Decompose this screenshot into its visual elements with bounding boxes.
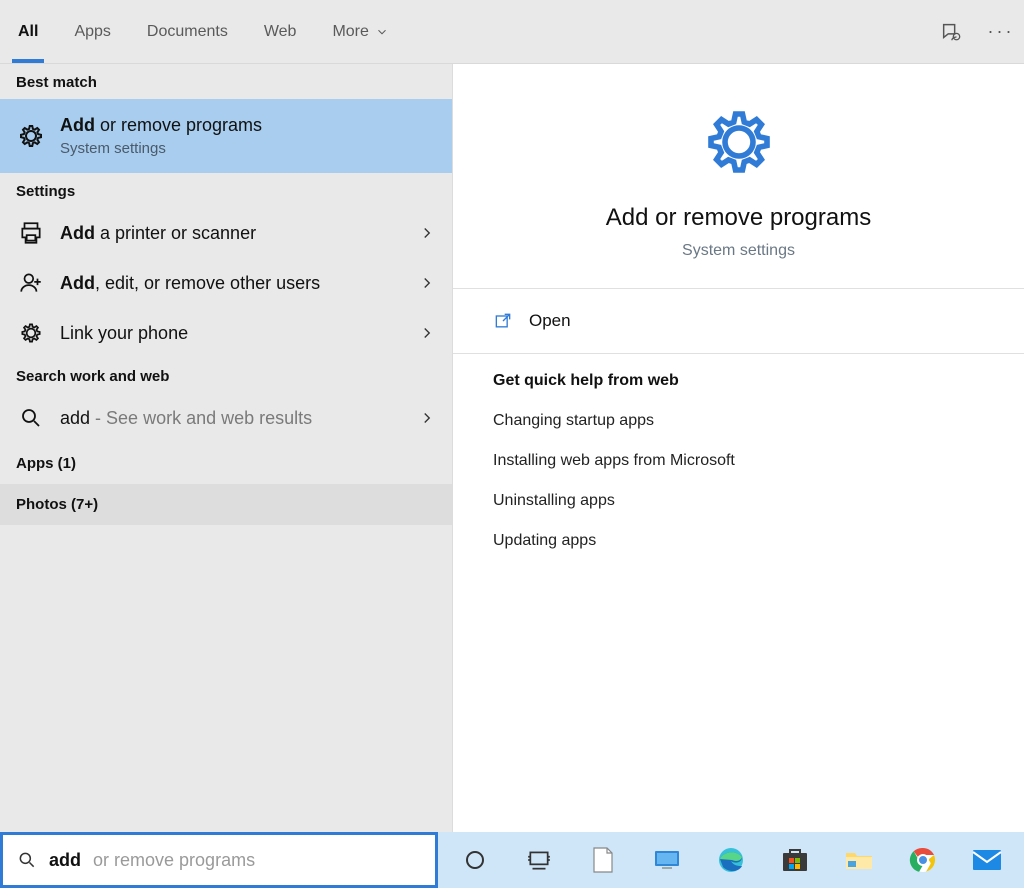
gear-icon: [16, 121, 46, 151]
settings-result-add-printer[interactable]: Add a printer or scanner: [0, 208, 452, 258]
best-match-result[interactable]: Add or remove programs System settings: [0, 99, 452, 173]
section-best-match: Best match: [0, 64, 452, 99]
quick-help-heading: Get quick help from web: [493, 372, 984, 390]
divider: [453, 353, 1024, 354]
taskbar-microsoft-store[interactable]: [768, 838, 822, 882]
category-photos[interactable]: Photos (7+): [0, 484, 452, 525]
detail-pane: Add or remove programs System settings O…: [452, 64, 1024, 832]
detail-title: Add or remove programs: [606, 204, 871, 232]
tab-apps[interactable]: Apps: [56, 0, 128, 63]
result-title: Add a printer or scanner: [60, 223, 404, 244]
section-search-work-web: Search work and web: [0, 358, 452, 393]
chevron-down-icon: [375, 25, 389, 39]
quick-help-link[interactable]: Updating apps: [493, 532, 984, 550]
taskbar: [438, 832, 1024, 888]
taskbar-chrome[interactable]: [896, 838, 950, 882]
taskbar-mail[interactable]: [960, 838, 1014, 882]
chevron-right-icon: [418, 274, 436, 292]
settings-result-add-users[interactable]: Add, edit, or remove other users: [0, 258, 452, 308]
settings-result-link-phone[interactable]: Link your phone: [0, 308, 452, 358]
taskbar-libreoffice[interactable]: [576, 838, 630, 882]
feedback-icon[interactable]: [940, 21, 962, 43]
tab-more[interactable]: More: [314, 0, 406, 63]
tab-documents[interactable]: Documents: [129, 0, 246, 63]
taskbar-edge[interactable]: [704, 838, 758, 882]
gear-icon: [697, 100, 781, 184]
search-typed-text: add: [49, 850, 81, 871]
search-icon: [17, 850, 37, 870]
taskbar-file-explorer[interactable]: [832, 838, 886, 882]
printer-icon: [16, 218, 46, 248]
section-settings: Settings: [0, 173, 452, 208]
taskbar-cortana[interactable]: [448, 838, 502, 882]
person-add-icon: [16, 268, 46, 298]
result-title: Add, edit, or remove other users: [60, 273, 404, 294]
chevron-right-icon: [418, 409, 436, 427]
result-title: add - See work and web results: [60, 408, 404, 429]
search-ghost-text: or remove programs: [93, 850, 255, 871]
search-scope-tabs: All Apps Documents Web More ···: [0, 0, 1024, 64]
taskbar-task-view[interactable]: [512, 838, 566, 882]
gear-icon: [16, 318, 46, 348]
quick-help-link[interactable]: Changing startup apps: [493, 412, 984, 430]
detail-subtitle: System settings: [682, 242, 795, 260]
best-match-subtitle: System settings: [60, 140, 436, 157]
open-icon: [493, 311, 513, 331]
tab-web[interactable]: Web: [246, 0, 315, 63]
quick-help-link[interactable]: Uninstalling apps: [493, 492, 984, 510]
chevron-right-icon: [418, 324, 436, 342]
chevron-right-icon: [418, 224, 436, 242]
best-match-title: Add or remove programs: [60, 115, 436, 136]
more-options-button[interactable]: ···: [990, 21, 1012, 43]
tab-all[interactable]: All: [0, 0, 56, 63]
web-result-add[interactable]: add - See work and web results: [0, 393, 452, 443]
open-action[interactable]: Open: [493, 289, 984, 353]
search-input[interactable]: add or remove programs: [0, 832, 438, 888]
open-label: Open: [529, 311, 571, 331]
results-pane: Best match Add or remove programs System…: [0, 64, 452, 832]
search-icon: [16, 403, 46, 433]
result-title: Link your phone: [60, 323, 404, 344]
taskbar-this-pc[interactable]: [640, 838, 694, 882]
quick-help-link[interactable]: Installing web apps from Microsoft: [493, 452, 984, 470]
category-apps[interactable]: Apps (1): [0, 443, 452, 484]
